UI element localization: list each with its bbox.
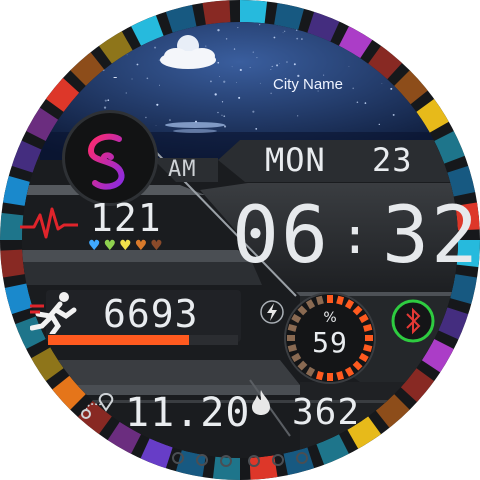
bottom-dots xyxy=(172,452,308,467)
watch-face: - City Name AM MON 23 06: 32 121 ♥ ♥ ♥ … xyxy=(0,0,480,480)
